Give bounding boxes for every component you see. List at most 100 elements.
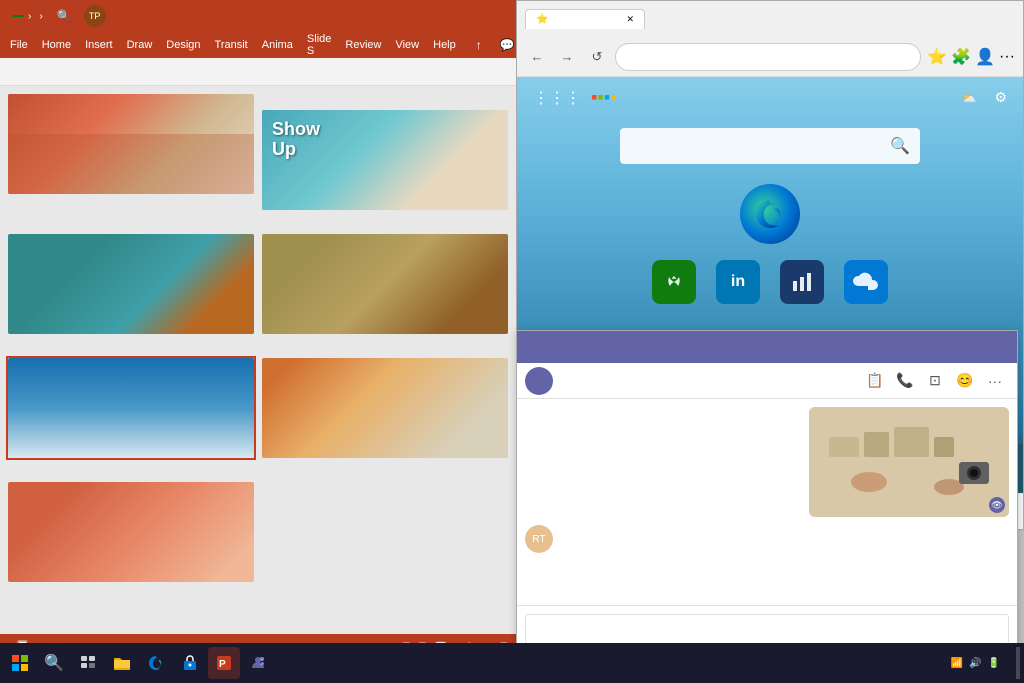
menu-review[interactable]: Review: [339, 37, 387, 53]
edge-tab-newtab[interactable]: ⭐ ✕: [525, 9, 645, 29]
user-avatar: TP: [84, 5, 106, 27]
forward-btn[interactable]: →: [555, 45, 579, 69]
battery-icon: 🔋: [988, 658, 1000, 669]
slides-grid: ShowUp: [8, 94, 508, 582]
slide-thumb-7: [8, 482, 254, 582]
powerpoint-window: › › 🔍 TP File Home Insert Draw Design Tr…: [0, 0, 516, 658]
shortcut-xbox[interactable]: [652, 260, 696, 308]
taskbar: 🔍 P 📶 🔊 🔋: [0, 643, 1024, 683]
taskbar-teams-btn[interactable]: [242, 647, 274, 679]
compose-input-area[interactable]: [525, 614, 1009, 644]
slide-item-4[interactable]: [262, 234, 508, 334]
slide-item-2[interactable]: ShowUp: [262, 110, 508, 210]
shared-image: 👁: [809, 407, 1009, 517]
start-button[interactable]: [4, 647, 36, 679]
more-icon: ›: [39, 11, 42, 22]
close-tab-btn[interactable]: ✕: [626, 14, 634, 25]
address-bar[interactable]: [615, 43, 921, 71]
search-submit-icon[interactable]: 🔍: [890, 136, 910, 156]
action-buttons: 📋 📞 ⊡ 😊 ···: [861, 367, 1009, 395]
svg-text:P: P: [219, 659, 226, 670]
ms-settings-btn[interactable]: ⚙: [994, 89, 1007, 106]
favorites-icon[interactable]: ⭐: [927, 47, 947, 67]
menu-insert[interactable]: Insert: [79, 37, 119, 53]
ppt-search-icon[interactable]: 🔍: [57, 9, 72, 23]
slide-item-6[interactable]: [262, 358, 508, 458]
tab-favicon: ⭐: [536, 14, 548, 25]
onedrive-icon: [844, 260, 888, 304]
taskbar-edge-btn[interactable]: [140, 647, 172, 679]
menu-view[interactable]: View: [389, 37, 425, 53]
image-content: [809, 407, 1009, 517]
extensions-icon[interactable]: 🧩: [951, 47, 971, 67]
taskbar-taskview-btn[interactable]: [72, 647, 104, 679]
search-container: 🔍: [620, 128, 920, 164]
slide-item-3[interactable]: [8, 234, 254, 334]
edge-toolbar: ← → ↺ ⭐ 🧩 👤 ···: [517, 37, 1023, 77]
autosave-area: [8, 15, 24, 17]
new-tab-btn[interactable]: [649, 17, 661, 21]
slide-item-1[interactable]: [8, 94, 254, 210]
more-actions-btn[interactable]: ···: [981, 367, 1009, 395]
ppt-titlebar: › › 🔍 TP: [0, 0, 516, 32]
ms-edge-logo: [740, 184, 800, 244]
edge-tabbar: ⭐ ✕: [517, 1, 1023, 37]
menu-help[interactable]: Help: [427, 37, 462, 53]
slide-item-7[interactable]: [8, 482, 254, 582]
back-btn[interactable]: ←: [525, 45, 549, 69]
teams-window: 📋 📞 ⊡ 😊 ···: [516, 330, 1018, 680]
share-icon[interactable]: ↑: [470, 36, 488, 54]
slide-thumb-6: [262, 358, 508, 458]
menu-design[interactable]: Design: [160, 37, 206, 53]
ms-apps-icon[interactable]: ⋮⋮⋮: [533, 88, 581, 108]
teams-messages: 👁 RT: [517, 399, 1017, 605]
teams-toolbar: 📋 📞 ⊡ 😊 ···: [517, 363, 1017, 399]
more-btn[interactable]: ···: [999, 48, 1015, 66]
menu-home[interactable]: Home: [36, 37, 77, 53]
shortcut-onedrive[interactable]: [844, 260, 888, 308]
ppt-ribbon: [0, 58, 516, 86]
autosave-toggle[interactable]: [12, 15, 24, 17]
volume-icon: 🔊: [969, 658, 981, 669]
taskbar-search-btn[interactable]: 🔍: [38, 647, 70, 679]
refresh-btn[interactable]: ↺: [585, 45, 609, 69]
slide-item-5[interactable]: [8, 358, 254, 458]
ms-search-bar[interactable]: 🔍: [620, 128, 920, 164]
slide-thumb-4: [262, 234, 508, 334]
shortcut-linkedin[interactable]: in: [716, 260, 760, 308]
menu-slidesh[interactable]: Slide S: [301, 31, 337, 59]
menu-draw[interactable]: Draw: [121, 37, 159, 53]
call-btn[interactable]: 📞: [891, 367, 919, 395]
network-icon: 📶: [951, 658, 963, 669]
show-desktop-btn[interactable]: [1016, 647, 1020, 679]
image-message: 👁: [525, 407, 1009, 517]
message-body: [561, 525, 1009, 527]
weather-icon: ⛅: [961, 91, 976, 105]
taskbar-store-btn[interactable]: [174, 647, 206, 679]
slide-panel: ShowUp: [0, 86, 516, 634]
contact-avatar: [525, 367, 553, 395]
shortcut-woodgrove[interactable]: [780, 260, 824, 308]
woodgrove-icon: [780, 260, 824, 304]
ms-shortcuts: in: [652, 260, 888, 308]
sender-avatar: RT: [525, 525, 553, 553]
emoji-btn[interactable]: 😊: [951, 367, 979, 395]
copy-btn[interactable]: 📋: [861, 367, 889, 395]
presentation-label: [8, 70, 16, 74]
menu-anima[interactable]: Anima: [256, 37, 299, 53]
slide-thumb-1: [8, 94, 254, 194]
seen-icon: 👁: [991, 500, 1002, 511]
profile-icon[interactable]: 👤: [975, 47, 995, 67]
ms-weather: ⛅: [961, 91, 980, 105]
toolbar-right: ⭐ 🧩 👤 ···: [927, 47, 1015, 67]
video-btn[interactable]: ⊡: [921, 367, 949, 395]
seen-indicator: 👁: [989, 497, 1005, 513]
taskbar-powerpoint-btn[interactable]: P: [208, 647, 240, 679]
menu-transit[interactable]: Transit: [209, 37, 254, 53]
menu-file[interactable]: File: [4, 37, 34, 53]
teams-titlebar: [517, 331, 1017, 363]
chevron-icon: ›: [28, 11, 31, 22]
taskbar-explorer-btn[interactable]: [106, 647, 138, 679]
ppt-content: ShowUp: [0, 86, 516, 634]
slide-thumb-2: ShowUp: [262, 110, 508, 210]
